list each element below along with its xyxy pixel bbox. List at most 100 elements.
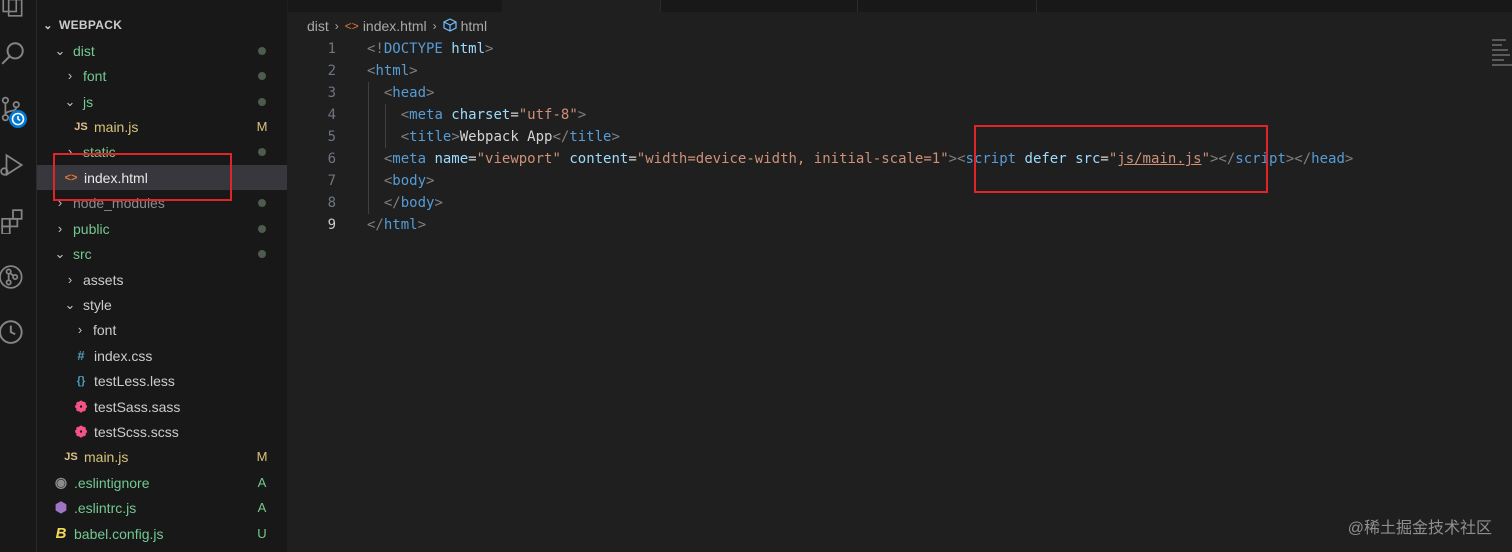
tree-folder-public[interactable]: › public bbox=[37, 216, 287, 241]
tree-file-src-main-js[interactable]: JS main.js M bbox=[37, 444, 287, 469]
run-debug-icon[interactable] bbox=[0, 152, 26, 178]
chevron-down-icon: ⌄ bbox=[43, 19, 53, 32]
tree-item-label: font bbox=[93, 321, 117, 338]
line-number: 3 bbox=[327, 85, 336, 101]
extensions-icon[interactable] bbox=[0, 208, 26, 234]
tree-file-index-css[interactable]: # index.css bbox=[37, 343, 287, 368]
git-status-badge: M bbox=[256, 449, 268, 464]
breadcrumb: dist › <> index.html › html bbox=[307, 15, 487, 37]
chevron-down-icon: ⌄ bbox=[54, 42, 66, 58]
watermark: @稀土掘金技术社区 bbox=[1347, 520, 1492, 537]
code-line-3[interactable]: 3 <head> bbox=[288, 82, 1468, 104]
activity-bar bbox=[0, 0, 37, 552]
git-status-badge: A bbox=[257, 475, 267, 490]
chevron-down-icon: ⌄ bbox=[64, 93, 76, 109]
git-status-badge: M bbox=[256, 119, 268, 134]
search-icon[interactable] bbox=[0, 40, 26, 66]
code-line-8[interactable]: 8 </body> bbox=[288, 192, 1468, 214]
explorer-sidebar: ⌄ WEBPACK ⌄ dist › font ⌄ js JS main.js … bbox=[37, 0, 287, 552]
status-dot bbox=[253, 246, 271, 261]
chevron-right-icon: › bbox=[67, 272, 73, 287]
explorer-section-header[interactable]: ⌄ WEBPACK bbox=[37, 14, 122, 36]
code-line-6[interactable]: 6 <meta name="viewport" content="width=d… bbox=[288, 148, 1468, 170]
timeline-icon[interactable] bbox=[0, 318, 26, 344]
eslint-icon: ⬢ bbox=[54, 499, 68, 515]
tree-file-testsass[interactable]: ❁ testSass.sass bbox=[37, 394, 287, 419]
status-dot bbox=[253, 43, 271, 58]
code-line-4[interactable]: 4 <meta charset="utf-8"> bbox=[288, 104, 1468, 126]
editor-area: dist › <> index.html › html 1 <!DOCTYPE … bbox=[288, 0, 1512, 552]
code-line-9[interactable]: 9 </html> bbox=[288, 214, 1468, 236]
tree-folder-style[interactable]: ⌄ style bbox=[37, 292, 287, 317]
status-dot bbox=[253, 221, 271, 236]
code-line-5[interactable]: 5 <title>Webpack App</title> bbox=[288, 126, 1468, 148]
highlight-box-code bbox=[974, 125, 1268, 193]
editor-tab[interactable] bbox=[858, 0, 1037, 12]
status-dot bbox=[253, 94, 271, 109]
tree-folder-assets[interactable]: › assets bbox=[37, 267, 287, 292]
tree-file-testscss[interactable]: ❁ testScss.scss bbox=[37, 419, 287, 444]
git-status-badge: U bbox=[257, 526, 267, 541]
tree-folder-font[interactable]: › font bbox=[37, 63, 287, 88]
chevron-right-icon: › bbox=[77, 322, 83, 337]
sass-file-icon: ❁ bbox=[74, 398, 88, 416]
line-number: 9 bbox=[327, 217, 336, 233]
status-dot bbox=[253, 144, 271, 159]
editor-tab-active[interactable] bbox=[502, 0, 661, 12]
tree-file-main-js[interactable]: JS main.js M bbox=[37, 114, 287, 139]
tree-item-label: testLess.less bbox=[94, 372, 175, 389]
editor-tab[interactable] bbox=[661, 0, 858, 12]
chevron-down-icon: ⌄ bbox=[64, 296, 76, 312]
html-file-icon: <> bbox=[344, 19, 359, 33]
css-file-icon: # bbox=[77, 348, 85, 363]
tree-item-label: testScss.scss bbox=[94, 423, 179, 440]
code-line-7[interactable]: 7 <body> bbox=[288, 170, 1468, 192]
breadcrumb-folder[interactable]: dist bbox=[307, 18, 329, 34]
line-number: 1 bbox=[327, 41, 336, 57]
explorer-icon[interactable] bbox=[0, 0, 26, 18]
tree-item-label: main.js bbox=[94, 118, 139, 135]
tree-file-eslintrc[interactable]: ⬢ .eslintrc.js A bbox=[37, 495, 287, 520]
section-title: WEBPACK bbox=[59, 18, 123, 32]
minimap[interactable] bbox=[1492, 36, 1512, 86]
tree-folder-js[interactable]: ⌄ js bbox=[37, 89, 287, 114]
chevron-down-icon: ⌄ bbox=[54, 245, 66, 261]
symbol-element-icon bbox=[443, 17, 457, 35]
sass-file-icon: ❁ bbox=[74, 423, 88, 441]
tree-file-testless[interactable]: {} testLess.less bbox=[37, 368, 287, 393]
line-number: 2 bbox=[327, 63, 336, 79]
tree-file-eslintignore[interactable]: ◉ .eslintignore A bbox=[37, 470, 287, 495]
status-dot bbox=[253, 195, 271, 210]
tree-item-label: public bbox=[73, 220, 110, 237]
tab-strip bbox=[288, 0, 1512, 12]
eslint-ignore-icon: ◉ bbox=[54, 474, 68, 490]
line-number: 7 bbox=[327, 173, 336, 189]
less-file-icon: {} bbox=[76, 374, 86, 387]
git-graph-icon[interactable] bbox=[0, 264, 26, 290]
git-status-badge: A bbox=[257, 500, 267, 515]
status-dot bbox=[253, 68, 271, 83]
tree-item-label: .eslintrc.js bbox=[74, 499, 137, 516]
tree-item-label: index.css bbox=[94, 347, 153, 364]
chevron-right-icon: › bbox=[334, 19, 339, 33]
tree-item-label: main.js bbox=[84, 448, 129, 465]
tree-item-label: dist bbox=[73, 42, 95, 59]
code-line-2[interactable]: 2 <html> bbox=[288, 60, 1468, 82]
tree-item-label: src bbox=[73, 245, 92, 262]
tree-folder-style-font[interactable]: › font bbox=[37, 317, 287, 342]
line-number: 8 bbox=[327, 195, 336, 211]
highlight-box-sidebar bbox=[53, 153, 232, 201]
tree-folder-dist[interactable]: ⌄ dist bbox=[37, 38, 287, 63]
js-file-icon: JS bbox=[64, 450, 78, 463]
tree-item-label: .eslintignore bbox=[74, 474, 150, 491]
tree-item-label: font bbox=[83, 67, 107, 84]
code-line-1[interactable]: 1 <!DOCTYPE html> bbox=[288, 38, 1468, 60]
tree-folder-src[interactable]: ⌄ src bbox=[37, 241, 287, 266]
breadcrumb-file[interactable]: index.html bbox=[363, 18, 427, 34]
breadcrumb-symbol[interactable]: html bbox=[461, 18, 487, 34]
js-file-icon: JS bbox=[74, 120, 88, 133]
chevron-right-icon: › bbox=[67, 68, 73, 83]
tree-item-label: js bbox=[83, 93, 94, 110]
line-number: 6 bbox=[327, 151, 336, 167]
tree-file-babel-config[interactable]: B babel.config.js U bbox=[37, 521, 287, 546]
